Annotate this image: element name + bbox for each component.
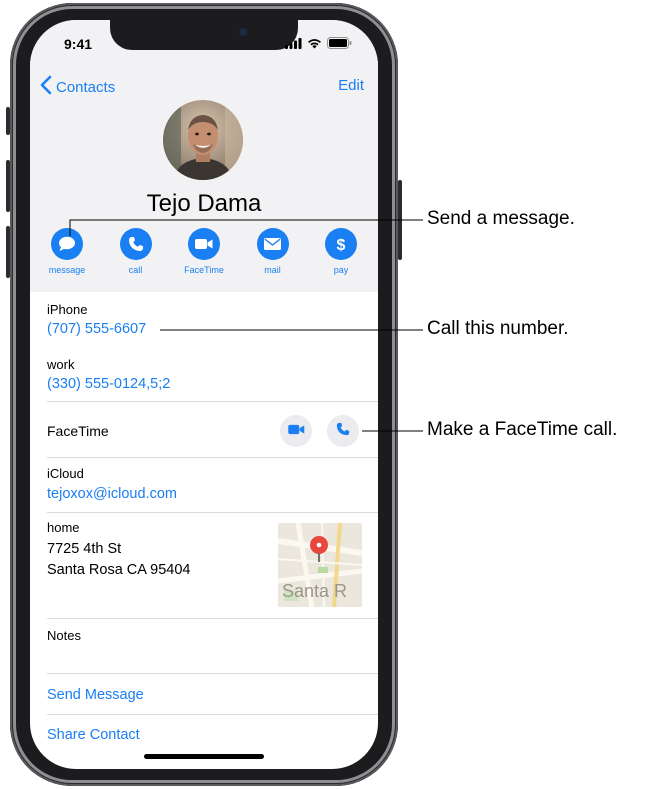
callout-facetime: Make a FaceTime call. xyxy=(427,419,618,440)
callout-call-number: Call this number. xyxy=(427,318,569,339)
callout-send-message: Send a message. xyxy=(427,208,575,229)
callout-lines xyxy=(69,219,423,432)
